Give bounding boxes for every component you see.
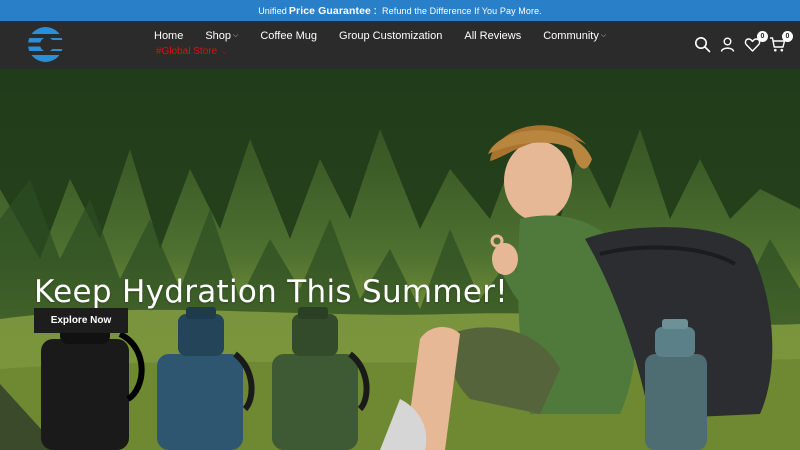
nav-item-shop[interactable]: Shop ⌵ xyxy=(205,30,238,42)
hero-headline: Keep Hydration This Summer! xyxy=(34,274,509,310)
hero-image xyxy=(0,69,800,450)
nav-label: Home xyxy=(154,30,184,42)
site-header: Home Shop ⌵ Coffee Mug Group Customizati… xyxy=(0,21,800,69)
nav-item-community[interactable]: Community ⌵ xyxy=(543,30,606,42)
announcement-suffix: ：Refund the Difference If You Pay More. xyxy=(372,6,542,16)
chevron-down-icon: ⌵ xyxy=(221,49,228,56)
announcement-bar: Unified Price Guarantee ：Refund the Diff… xyxy=(0,0,800,21)
account-icon[interactable] xyxy=(719,36,736,53)
explore-now-button[interactable]: Explore Now xyxy=(34,308,128,333)
nav-item-coffee-mug[interactable]: Coffee Mug xyxy=(260,30,317,42)
cart-count-badge: 0 xyxy=(782,31,793,42)
nav-label: Coffee Mug xyxy=(260,30,318,42)
global-store-link[interactable]: #Global Store ⌵ xyxy=(156,46,227,57)
main-nav: Home Shop ⌵ Coffee Mug Group Customizati… xyxy=(154,30,628,42)
wishlist-icon[interactable]: 0 xyxy=(744,31,768,53)
brand-logo[interactable] xyxy=(27,26,64,63)
chevron-down-icon: ⌵ xyxy=(233,32,239,39)
nav-label: Community xyxy=(543,30,599,42)
wishlist-count-badge: 0 xyxy=(757,31,768,42)
chevron-down-icon: ⌵ xyxy=(600,32,607,39)
nav-item-group-customization[interactable]: Group Customization xyxy=(339,30,442,42)
global-store-label: #Global Store xyxy=(156,46,218,57)
cart-icon[interactable]: 0 xyxy=(769,31,793,53)
search-icon[interactable] xyxy=(694,36,711,53)
announcement-prefix: Unified xyxy=(258,5,287,16)
header-icons: 0 0 xyxy=(686,31,793,53)
nav-item-home[interactable]: Home xyxy=(154,30,183,42)
nav-label: All Reviews xyxy=(464,30,522,42)
hero-banner: Keep Hydration This Summer! Explore Now xyxy=(0,69,800,450)
nav-label: Group Customization xyxy=(339,30,443,42)
nav-label: Shop xyxy=(205,30,232,42)
nav-item-all-reviews[interactable]: All Reviews xyxy=(464,30,521,42)
announcement-highlight: Price Guarantee xyxy=(288,4,371,17)
